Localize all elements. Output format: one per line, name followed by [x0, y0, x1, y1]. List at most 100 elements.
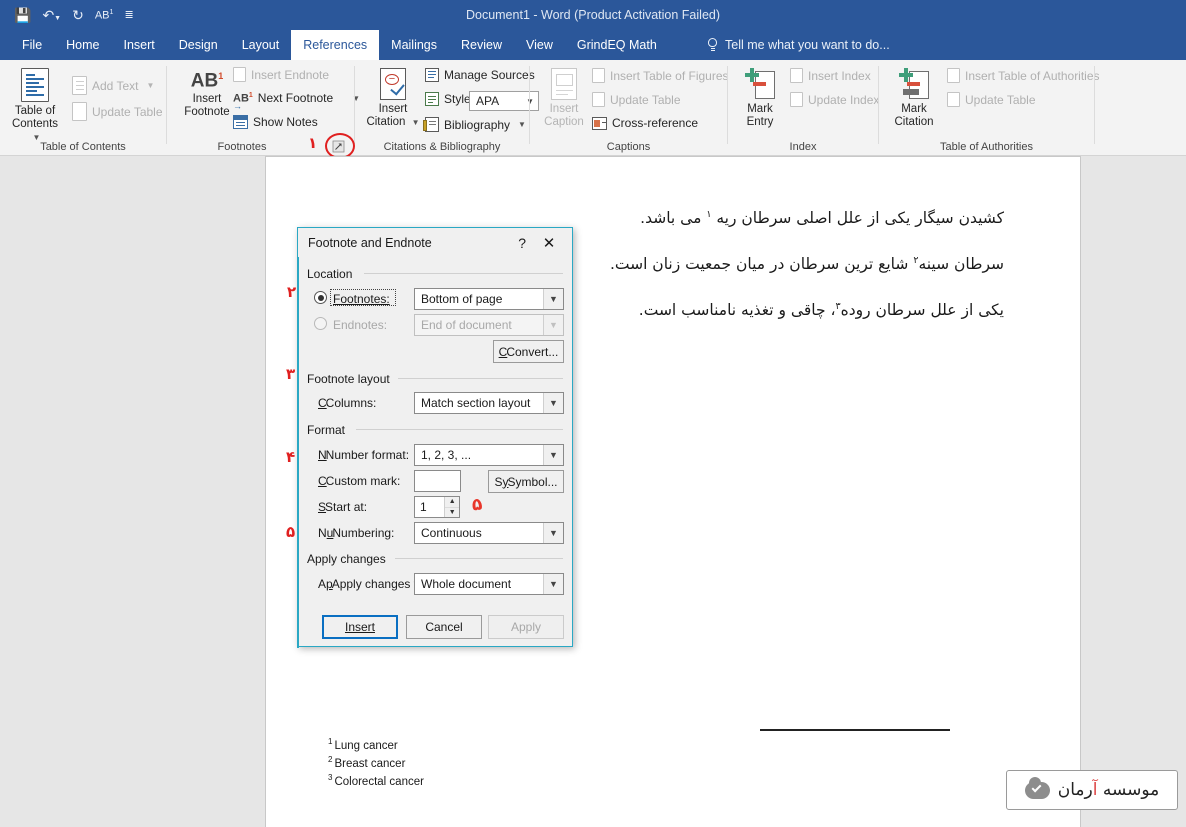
- manage-sources-label: Manage Sources: [444, 68, 535, 82]
- citation-style-value: APA: [476, 94, 500, 108]
- spin-up-icon[interactable]: ▲: [445, 497, 459, 508]
- group-label-footnotes: Footnotes: [217, 141, 267, 153]
- group-rule-footnote-layout: [398, 378, 563, 379]
- update-index-button[interactable]: Update Index: [790, 92, 879, 107]
- insert-footnote-button[interactable]: AB1 Insert Footnote: [179, 70, 235, 119]
- tab-references[interactable]: References: [291, 30, 380, 60]
- insert-footnote-icon: AB1: [190, 70, 224, 92]
- apply-changes-to-dropdown[interactable]: Whole document ▼: [414, 573, 564, 595]
- next-footnote-label: Next Footnote: [257, 91, 334, 105]
- group-label-captions: Captions: [606, 141, 651, 153]
- group-label-footnote-layout: Footnote layout: [307, 372, 395, 386]
- dialog-title-bar: Footnote and Endnote ? ✕: [298, 228, 572, 257]
- insert-caption-button[interactable]: Insert Caption: [538, 68, 590, 129]
- bibliography-icon: [423, 117, 439, 132]
- endnotes-radio[interactable]: [314, 317, 327, 330]
- tab-review[interactable]: Review: [449, 30, 514, 60]
- insert-index-button[interactable]: Insert Index: [790, 68, 871, 83]
- mark-entry-button[interactable]: Mark Entry: [736, 68, 784, 129]
- mark-citation-button[interactable]: Mark Citation: [887, 68, 941, 129]
- start-at-value: 1: [420, 500, 427, 514]
- tab-file[interactable]: File: [10, 30, 54, 60]
- update-table-authorities-icon: [947, 92, 960, 107]
- footnotes-location-dropdown[interactable]: Bottom of page ▼: [414, 288, 564, 310]
- tab-view[interactable]: View: [514, 30, 565, 60]
- convert-button[interactable]: CConvert...: [493, 340, 564, 363]
- apply-changes-to-value: Whole document: [421, 577, 512, 591]
- ribbon-group-index: Mark Entry Insert Index Update Index Ind…: [728, 60, 879, 156]
- table-of-contents-button[interactable]: Table of Contents ▼: [10, 68, 60, 144]
- mark-entry-label-1: Mark: [747, 103, 773, 115]
- bibliography-button[interactable]: Bibliography ▼: [423, 117, 526, 132]
- add-text-button[interactable]: Add Text ▼: [72, 76, 154, 95]
- insert-endnote-icon: [233, 67, 246, 82]
- update-table-figures-icon: [592, 92, 605, 107]
- custom-mark-input[interactable]: [414, 470, 461, 492]
- insert-endnote-label: Insert Endnote: [251, 67, 330, 82]
- next-footnote-button[interactable]: AB1 → Next Footnote ▼: [233, 91, 360, 111]
- start-at-stepper[interactable]: 1 ▲ ▼: [414, 496, 460, 518]
- endnotes-radio-label[interactable]: Endnotes:: [333, 318, 387, 332]
- insert-table-of-authorities-button[interactable]: Insert Table of Authorities: [947, 68, 1100, 83]
- insert-caption-icon: [551, 68, 577, 100]
- lightbulb-icon: [707, 38, 718, 52]
- document-title: Document1 - Word (Product Activation Fai…: [465, 8, 721, 22]
- add-text-label: Add Text: [92, 78, 139, 93]
- update-table-toc-button[interactable]: Update Table: [72, 102, 163, 121]
- apply-changes-to-label: ApApply changes to:: [318, 577, 428, 591]
- dialog-close-button[interactable]: ✕: [534, 232, 564, 253]
- tab-design[interactable]: Design: [167, 30, 230, 60]
- apply-button[interactable]: Apply: [488, 615, 564, 639]
- tab-layout[interactable]: Layout: [230, 30, 292, 60]
- cancel-button[interactable]: Cancel: [406, 615, 482, 639]
- footnotes-dialog-launcher[interactable]: [331, 139, 346, 154]
- symbol-button[interactable]: SySymbol...: [488, 470, 564, 493]
- insert-button[interactable]: Insert: [322, 615, 398, 639]
- footnote-item-3: 3 Colorectal cancer: [328, 773, 424, 788]
- ribbon-separator-6: [1094, 66, 1095, 144]
- insert-citation-button[interactable]: − Insert Citation ▼: [363, 68, 423, 129]
- dialog-help-button[interactable]: ?: [518, 235, 526, 251]
- tab-mailings[interactable]: Mailings: [379, 30, 449, 60]
- manage-sources-button[interactable]: Manage Sources: [425, 68, 535, 82]
- tab-insert[interactable]: Insert: [112, 30, 167, 60]
- update-table-authorities-button[interactable]: Update Table: [947, 92, 1036, 107]
- show-notes-icon: [233, 115, 248, 129]
- update-table-figures-button[interactable]: Update Table: [592, 92, 681, 107]
- mark-citation-label-2: Citation: [894, 116, 934, 128]
- dialog-left-accent: [297, 257, 299, 648]
- numbering-label: NuNumbering:: [318, 526, 395, 540]
- group-label-table-of-authorities: Table of Authorities: [940, 141, 1033, 153]
- number-format-dropdown[interactable]: 1, 2, 3, ... ▼: [414, 444, 564, 466]
- tell-me-search[interactable]: Tell me what you want to do...: [707, 30, 890, 60]
- cloud-check-icon: [1024, 776, 1050, 799]
- cross-reference-button[interactable]: Cross-reference: [592, 116, 698, 130]
- next-footnote-icon: AB1 →: [233, 91, 253, 111]
- footnotes-radio-label[interactable]: Footnotes:: [333, 292, 390, 306]
- footnotes-radio[interactable]: [314, 291, 327, 304]
- footnote-separator: [760, 729, 950, 731]
- ribbon-group-table-of-authorities: Mark Citation Insert Table of Authoritie…: [879, 60, 1100, 156]
- columns-dropdown[interactable]: Match section layout ▼: [414, 392, 564, 414]
- insert-table-of-figures-button[interactable]: Insert Table of Figures: [592, 68, 729, 83]
- footnote-item-1: 1 Lung cancer: [328, 737, 398, 752]
- endnotes-location-dropdown[interactable]: End of document ▼: [414, 314, 564, 336]
- manage-sources-icon: [425, 68, 439, 82]
- insert-citation-label-1: Insert: [378, 103, 408, 115]
- insert-endnote-button[interactable]: Insert Endnote: [233, 67, 329, 82]
- insert-table-of-authorities-label: Insert Table of Authorities: [965, 68, 1100, 83]
- chevron-down-icon: ▼: [543, 574, 563, 594]
- numbering-dropdown[interactable]: Continuous ▼: [414, 522, 564, 544]
- bibliography-label: Bibliography: [444, 117, 511, 132]
- start-at-spin-buttons[interactable]: ▲ ▼: [444, 497, 459, 517]
- tab-home[interactable]: Home: [54, 30, 111, 60]
- spin-down-icon[interactable]: ▼: [445, 507, 459, 517]
- insert-index-label: Insert Index: [808, 68, 871, 83]
- endnotes-location-value: End of document: [421, 318, 512, 332]
- tab-grindeq-math[interactable]: GrindEQ Math: [565, 30, 669, 60]
- chevron-down-icon: ▼: [543, 523, 563, 543]
- footnote-endnote-dialog: Footnote and Endnote ? ✕ Location Footno…: [297, 227, 573, 648]
- chevron-down-icon: ▼: [543, 445, 563, 465]
- insert-index-icon: [790, 68, 803, 83]
- show-notes-button[interactable]: Show Notes: [233, 115, 318, 129]
